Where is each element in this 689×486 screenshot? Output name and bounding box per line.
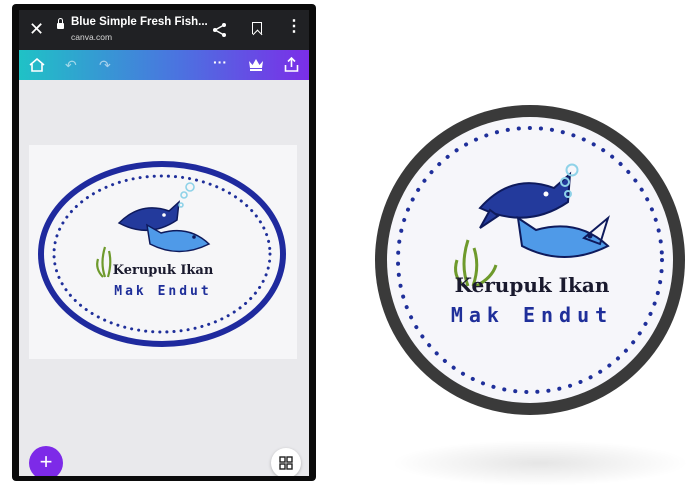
redo-icon[interactable]: ↷: [99, 57, 111, 73]
lock-icon: [57, 18, 64, 29]
more-vertical-icon[interactable]: ⋮: [286, 19, 302, 35]
bookmark-icon[interactable]: [252, 22, 262, 34]
add-button[interactable]: +: [29, 446, 63, 476]
close-icon[interactable]: ✕: [29, 20, 44, 38]
brand-name-line1: Kerupuk Ikan: [113, 263, 214, 278]
round-logo-preview: Kerupuk Ikan Mak Endut: [372, 100, 688, 416]
page-title: Blue Simple Fresh Fish...: [71, 16, 208, 28]
design-canvas[interactable]: Kerupuk Ikan Mak Endut: [29, 145, 297, 359]
canva-toolbar: ↶ ↷ ···: [19, 50, 309, 80]
more-horizontal-icon[interactable]: ···: [213, 54, 227, 70]
logo-shadow: [390, 440, 689, 486]
brand-name-line2: Mak Endut: [114, 284, 211, 299]
share-upload-icon[interactable]: [284, 57, 299, 72]
crown-icon[interactable]: [248, 58, 264, 71]
phone-frame: ✕ Blue Simple Fresh Fish... canva.com ⋮ …: [12, 4, 316, 481]
phone-screen: ✕ Blue Simple Fresh Fish... canva.com ⋮ …: [19, 10, 309, 476]
brand-name-line2-large: Mak Endut: [451, 303, 613, 327]
logo-outer-ring: [38, 161, 286, 347]
logo-design-large: Kerupuk Ikan Mak Endut: [375, 105, 685, 415]
page-url: canva.com: [71, 32, 113, 42]
browser-top-bar: ✕ Blue Simple Fresh Fish... canva.com ⋮: [19, 10, 309, 50]
undo-icon[interactable]: ↶: [65, 57, 77, 73]
brand-name-line1-large: Kerupuk Ikan: [455, 273, 610, 297]
logo-design-small: Kerupuk Ikan Mak Endut: [38, 161, 286, 347]
home-icon[interactable]: [29, 58, 45, 72]
logo-face: [387, 117, 673, 403]
grid-icon[interactable]: [271, 448, 301, 476]
share-icon[interactable]: [212, 22, 228, 38]
